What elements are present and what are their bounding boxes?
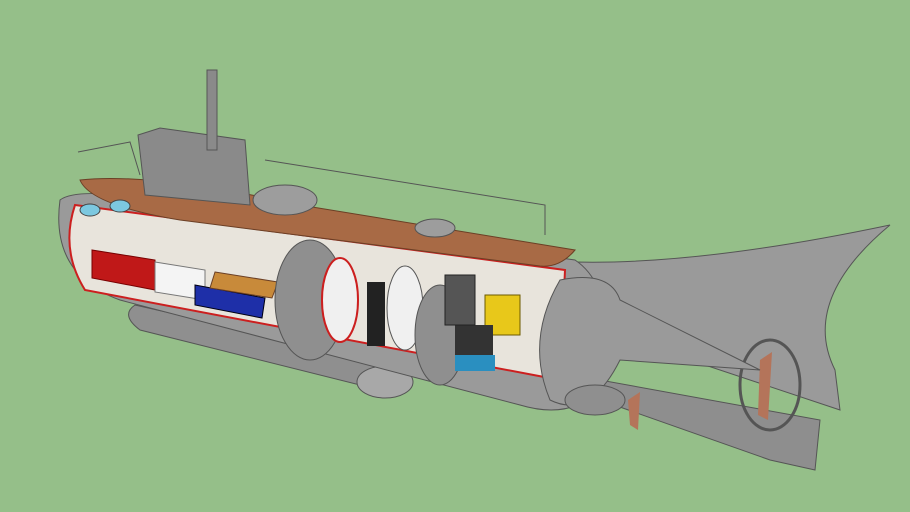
black-cabinet: [367, 282, 385, 346]
deck-cylinder: [252, 184, 318, 216]
stern-pod: [564, 384, 626, 416]
porthole: [109, 199, 131, 213]
conning-tower: [137, 127, 251, 206]
hatch: [414, 218, 456, 238]
machinery-blue: [455, 355, 495, 371]
bulkhead-door: [321, 257, 359, 343]
submarine-render: [0, 0, 910, 512]
porthole: [79, 203, 101, 217]
control-panel: [444, 274, 476, 326]
periscope-mast: [206, 69, 218, 151]
